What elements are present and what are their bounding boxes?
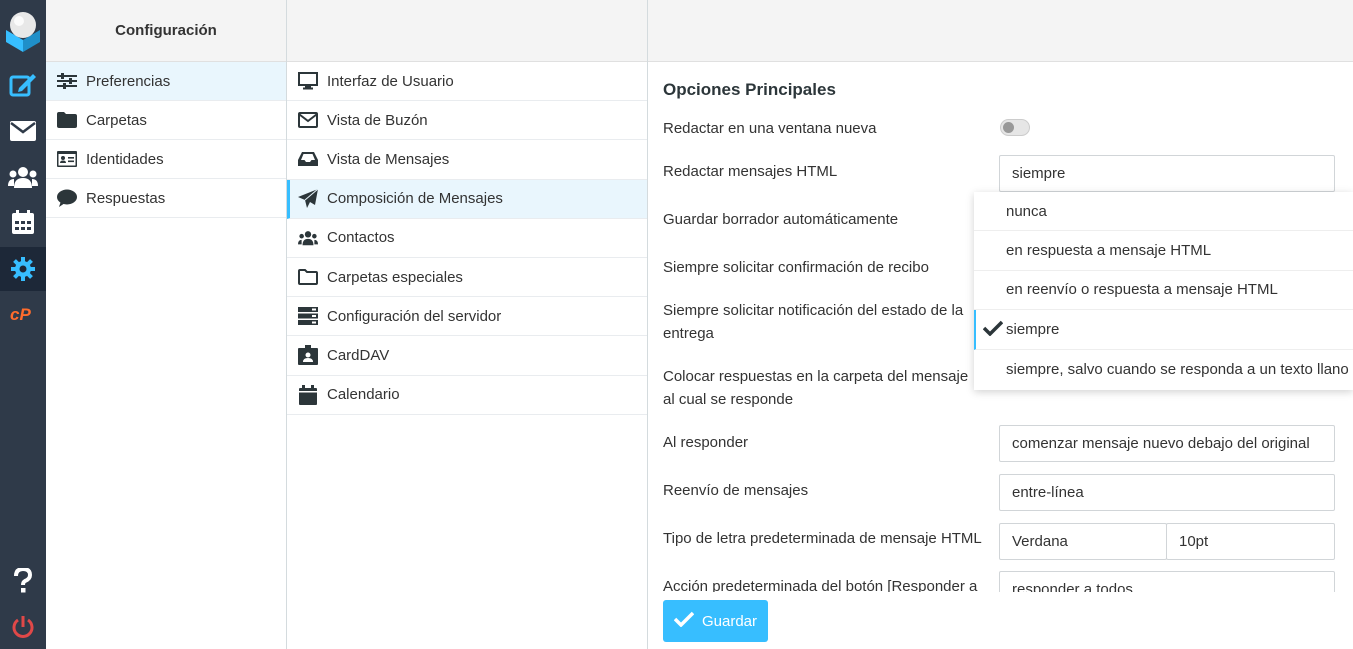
settings-sections-panel: Configuración Preferencias Carpetas Iden… (46, 0, 287, 649)
calendar-icon (298, 384, 318, 405)
content-header (648, 0, 1353, 62)
label-default-font: Tipo de letra predeterminada de mensaje … (663, 530, 982, 547)
section-item-label: Identidades (86, 150, 164, 168)
section-item-label: Preferencias (86, 72, 171, 90)
section-item-preferencias[interactable]: Preferencias (46, 62, 286, 101)
compose-icon[interactable] (0, 65, 46, 105)
comment-icon (57, 188, 77, 208)
pref-item-label: Interfaz de Usuario (327, 72, 454, 90)
monitor-icon (298, 71, 318, 91)
pref-item-vista-mensajes[interactable]: Vista de Mensajes (287, 140, 647, 180)
pref-item-label: Composición de Mensajes (327, 190, 503, 208)
save-button[interactable]: Guardar (663, 600, 768, 642)
id-card-icon (57, 149, 77, 169)
section-item-label: Carpetas (86, 111, 147, 129)
label-compose-html: Redactar mensajes HTML (663, 163, 838, 180)
folder-outline-icon (298, 267, 318, 287)
compose-new-window-toggle[interactable] (1000, 119, 1030, 136)
form-heading: Opciones Principales (663, 80, 836, 99)
settings-icon[interactable] (0, 247, 46, 291)
pref-item-label: Contactos (327, 229, 395, 247)
dropdown-option[interactable]: en respuesta a mensaje HTML (974, 231, 1353, 271)
dropdown-option[interactable]: en reenvío o respuesta a mensaje HTML (974, 271, 1353, 311)
panel-header (287, 0, 647, 62)
checkmark-icon (982, 320, 1004, 340)
label-compose-new-window: Redactar en una ventana nueva (663, 120, 877, 137)
help-icon[interactable] (0, 561, 46, 601)
label-delivery-status: Siempre solicitar notificación del estad… (663, 302, 964, 342)
sliders-icon (57, 71, 77, 91)
pref-item-carddav[interactable]: CardDAV (287, 336, 647, 376)
font-size-select[interactable]: 10pt (1166, 523, 1335, 560)
paper-plane-icon (298, 188, 318, 209)
forward-mode-select[interactable]: entre-línea (999, 474, 1335, 511)
pref-item-composicion[interactable]: Composición de Mensajes (287, 179, 647, 219)
save-button-label: Guardar (701, 612, 758, 630)
logout-icon[interactable] (0, 607, 46, 647)
compose-html-select[interactable]: siempre (999, 155, 1335, 192)
dropdown-option-selected[interactable]: siempre (974, 310, 1353, 350)
cpanel-icon[interactable]: cP (0, 294, 46, 334)
envelope-icon (298, 110, 318, 130)
users-icon (298, 228, 318, 248)
folder-icon (57, 110, 77, 130)
server-icon (298, 306, 318, 326)
app-rail: cP (0, 0, 46, 649)
app-window: cP Configuración Preferencias Carpetas I… (0, 0, 1353, 649)
reply-mode-select[interactable]: comenzar mensaje nuevo debajo del origin… (999, 425, 1335, 462)
label-read-receipt: Siempre solicitar confirmación de recibo (663, 259, 929, 276)
label-reply-mode: Al responder (663, 434, 749, 451)
dropdown-option[interactable]: nunca (974, 192, 1353, 232)
pref-item-servidor[interactable]: Configuración del servidor (287, 297, 647, 337)
preferences-list-panel: Interfaz de Usuario Vista de Buzón Vista… (287, 0, 648, 649)
pref-item-label: Carpetas especiales (327, 268, 463, 286)
contacts-icon[interactable] (0, 157, 46, 197)
label-reply-same-folder: Colocar respuestas en la carpeta del men… (663, 368, 969, 408)
mail-icon[interactable] (0, 111, 46, 151)
pref-item-label: CardDAV (327, 346, 390, 364)
dropdown-option-label: siempre (1006, 320, 1060, 338)
panel-title: Configuración (46, 0, 286, 62)
pref-item-contactos[interactable]: Contactos (287, 219, 647, 258)
font-family-select[interactable]: Verdana (999, 523, 1167, 560)
compose-html-dropdown: nunca en respuesta a mensaje HTML en ree… (974, 192, 1353, 390)
pref-item-interfaz[interactable]: Interfaz de Usuario (287, 62, 647, 102)
badge-icon (298, 345, 318, 366)
label-autosave: Guardar borrador automáticamente (663, 211, 899, 228)
inbox-icon (298, 149, 318, 169)
section-item-label: Respuestas (86, 189, 166, 207)
label-forward-mode: Reenvío de mensajes (663, 482, 809, 499)
label-reply-all: Acción predeterminada del botón [Respond… (663, 578, 978, 592)
reply-all-select[interactable]: responder a todos (999, 571, 1335, 592)
svg-text:cP: cP (10, 305, 31, 323)
pref-item-label: Vista de Mensajes (327, 150, 450, 168)
pref-item-label: Calendario (327, 386, 400, 404)
pref-item-label: Vista de Buzón (327, 111, 428, 129)
check-icon (673, 611, 695, 631)
section-item-carpetas[interactable]: Carpetas (46, 101, 286, 140)
section-item-identidades[interactable]: Identidades (46, 140, 286, 179)
pref-item-vista-buzon[interactable]: Vista de Buzón (287, 101, 647, 141)
roundcube-logo[interactable] (4, 8, 42, 52)
pref-item-carpetas-especiales[interactable]: Carpetas especiales (287, 258, 647, 298)
calendar-icon[interactable] (0, 202, 46, 242)
pref-item-calendario[interactable]: Calendario (287, 376, 647, 415)
dropdown-option[interactable]: siempre, salvo cuando se responda a un t… (974, 350, 1353, 389)
pref-item-label: Configuración del servidor (327, 307, 502, 325)
section-item-respuestas[interactable]: Respuestas (46, 179, 286, 218)
